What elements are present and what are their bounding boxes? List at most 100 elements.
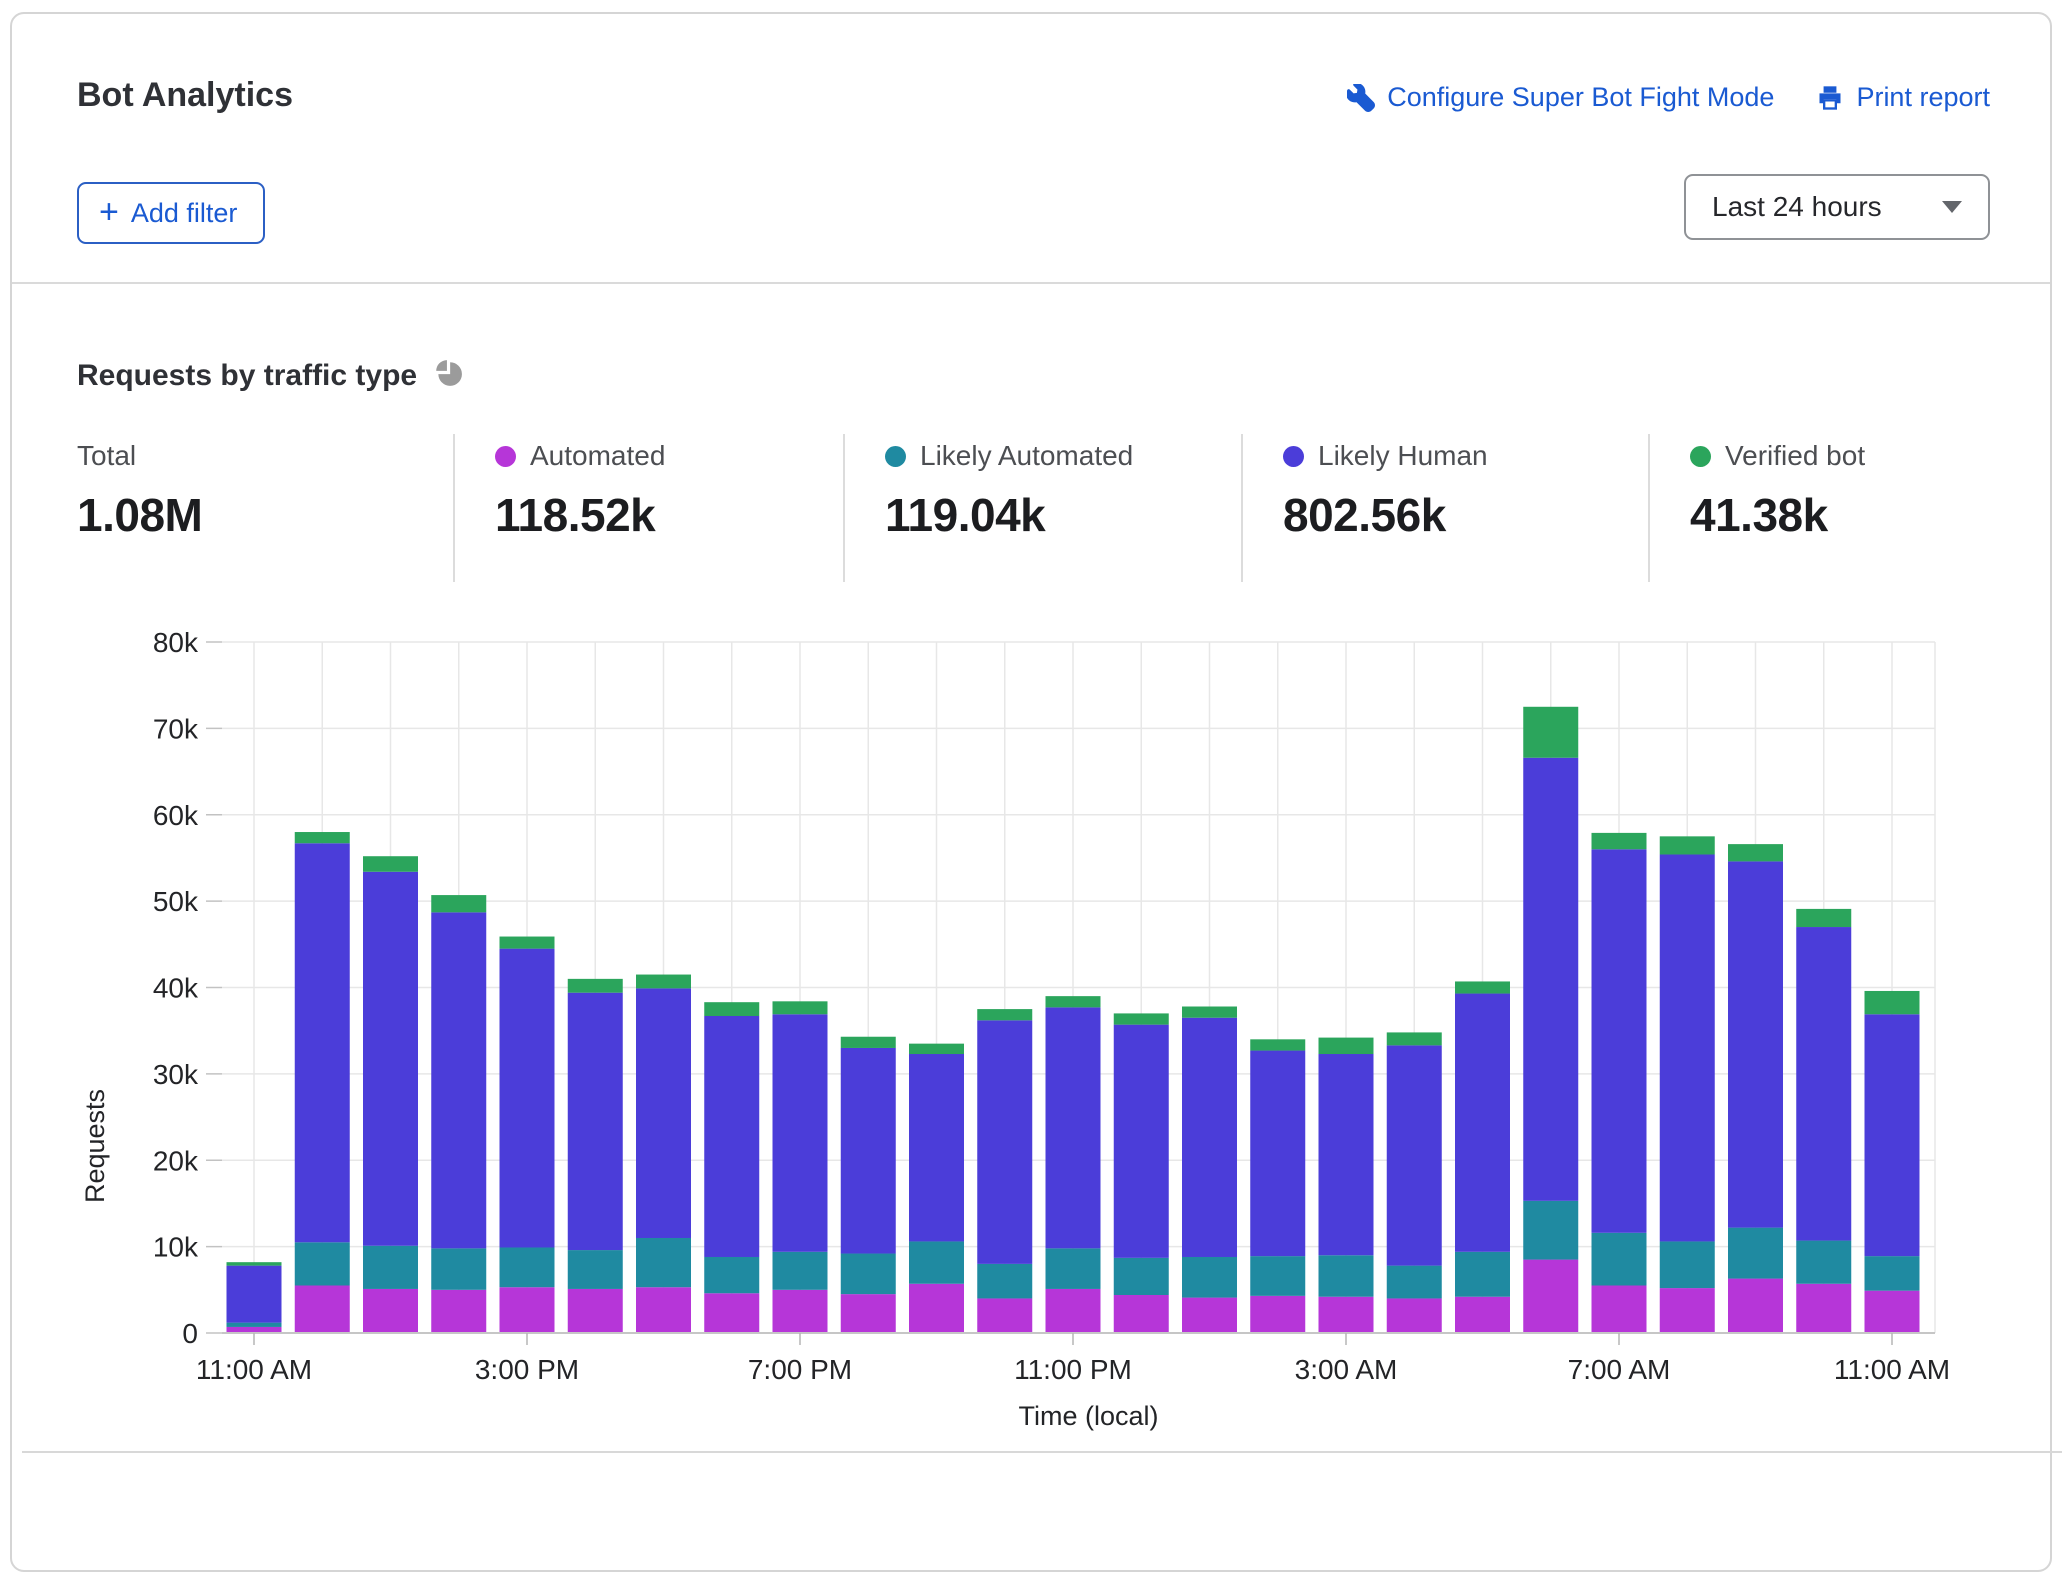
automated-legend-dot [495, 446, 516, 467]
bar-segment-automated [636, 1287, 691, 1333]
bar-segment-likely-automated [568, 1250, 623, 1289]
add-filter-button[interactable]: + Add filter [77, 182, 265, 244]
bar-segment-likely-automated [295, 1242, 350, 1285]
bar-segment-likely-human [636, 988, 691, 1238]
bar-segment-verified-bot [500, 937, 555, 949]
y-tick-label: 10k [153, 1232, 199, 1263]
bar-300pm[interactable] [500, 937, 555, 1333]
bar-segment-likely-human [1865, 1014, 1920, 1256]
time-range-select[interactable]: Last 24 hours [1684, 174, 1990, 240]
bar-segment-likely-automated [227, 1323, 282, 1327]
bar-segment-likely-automated [909, 1241, 964, 1283]
bar-segment-likely-automated [1114, 1258, 1169, 1295]
plus-icon: + [99, 195, 119, 229]
bar-segment-likely-human [1796, 927, 1851, 1241]
bar-600pm[interactable] [704, 1002, 759, 1333]
bar-1200pm[interactable] [295, 832, 350, 1333]
bar-segment-likely-human [227, 1266, 282, 1323]
bar-segment-automated [1250, 1296, 1305, 1333]
bar-1100am[interactable] [1865, 991, 1920, 1333]
bar-900pm[interactable] [909, 1044, 964, 1333]
bar-segment-likely-human [841, 1048, 896, 1254]
bar-200pm[interactable] [431, 895, 486, 1333]
traffic-type-legend-stats: Total 1.08M Automated 118.52k Likely Aut… [77, 434, 2030, 582]
bar-segment-automated [1182, 1298, 1237, 1333]
bar-segment-verified-bot [431, 895, 486, 912]
bar-segment-likely-automated [500, 1247, 555, 1287]
bar-segment-verified-bot [1046, 996, 1101, 1007]
bar-segment-automated [1660, 1288, 1715, 1333]
bar-segment-likely-automated [1865, 1256, 1920, 1291]
bar-800pm[interactable] [841, 1037, 896, 1333]
bar-1200am[interactable] [1114, 1013, 1169, 1333]
bar-segment-likely-automated [1660, 1241, 1715, 1288]
stat-total-label: Total [77, 440, 136, 472]
stat-likely-automated: Likely Automated 119.04k [843, 434, 1241, 582]
bar-segment-automated [841, 1294, 896, 1333]
bar-200am[interactable] [1250, 1039, 1305, 1333]
bar-segment-likely-automated [1387, 1266, 1442, 1299]
stat-total-value: 1.08M [77, 488, 453, 542]
bar-900am[interactable] [1728, 844, 1783, 1333]
y-tick-label: 60k [153, 800, 199, 831]
bar-100am[interactable] [1182, 1007, 1237, 1333]
requests-by-traffic-type-chart: 010k20k30k40k50k60k70k80k11:00 AM3:00 PM… [0, 600, 2062, 1450]
bar-segment-automated [568, 1289, 623, 1333]
bar-500am[interactable] [1455, 981, 1510, 1333]
bar-1000pm[interactable] [977, 1009, 1032, 1333]
bar-800am[interactable] [1660, 836, 1715, 1333]
bar-segment-likely-human [773, 1014, 828, 1252]
stat-verified-bot: Verified bot 41.38k [1648, 434, 2030, 582]
y-tick-label: 30k [153, 1059, 199, 1090]
bar-segment-likely-human [1114, 1025, 1169, 1258]
bar-segment-likely-automated [773, 1252, 828, 1290]
bar-segment-verified-bot [704, 1002, 759, 1016]
bar-segment-verified-bot [1250, 1039, 1305, 1050]
bar-1000am[interactable] [1796, 909, 1851, 1333]
bar-300am[interactable] [1319, 1038, 1374, 1333]
bar-segment-likely-human [568, 993, 623, 1250]
bar-segment-likely-automated [704, 1257, 759, 1293]
bar-600am[interactable] [1523, 707, 1578, 1333]
x-tick-label: 7:00 AM [1568, 1354, 1671, 1385]
bar-segment-likely-automated [1250, 1256, 1305, 1296]
bar-segment-likely-automated [431, 1248, 486, 1289]
header-divider [12, 282, 2050, 284]
bar-1100am[interactable] [227, 1262, 282, 1333]
bar-700am[interactable] [1592, 833, 1647, 1333]
y-tick-label: 80k [153, 627, 199, 658]
page-title: Bot Analytics [77, 76, 293, 115]
bar-segment-likely-automated [1182, 1257, 1237, 1298]
bar-segment-automated [1592, 1285, 1647, 1333]
bar-400pm[interactable] [568, 979, 623, 1333]
stat-automated: Automated 118.52k [453, 434, 843, 582]
y-tick-label: 50k [153, 886, 199, 917]
bar-segment-automated [1046, 1289, 1101, 1333]
bar-segment-likely-human [431, 912, 486, 1248]
bar-segment-automated [1796, 1284, 1851, 1333]
bar-segment-verified-bot [773, 1001, 828, 1014]
bar-segment-verified-bot [1182, 1007, 1237, 1018]
bottom-section-divider [22, 1451, 2062, 1453]
bar-segment-automated [1865, 1291, 1920, 1333]
bar-segment-automated [363, 1289, 418, 1333]
bar-segment-automated [1319, 1297, 1374, 1333]
print-report-link[interactable]: Print report [1816, 82, 1990, 113]
y-tick-label: 40k [153, 973, 199, 1004]
configure-super-bot-fight-mode-link[interactable]: Configure Super Bot Fight Mode [1347, 82, 1774, 113]
bar-100pm[interactable] [363, 856, 418, 1333]
bar-segment-verified-bot [1865, 991, 1920, 1014]
bar-segment-automated [500, 1287, 555, 1333]
pie-chart-icon [433, 358, 463, 393]
bar-700pm[interactable] [773, 1001, 828, 1333]
bar-1100pm[interactable] [1046, 996, 1101, 1333]
bar-segment-verified-bot [568, 979, 623, 993]
section-heading-row: Requests by traffic type [77, 358, 463, 393]
bar-segment-automated [977, 1298, 1032, 1333]
bar-segment-automated [295, 1285, 350, 1333]
bar-500pm[interactable] [636, 975, 691, 1333]
bar-segment-automated [1523, 1260, 1578, 1333]
bar-segment-verified-bot [636, 975, 691, 989]
bar-segment-verified-bot [1114, 1013, 1169, 1024]
bar-400am[interactable] [1387, 1032, 1442, 1333]
